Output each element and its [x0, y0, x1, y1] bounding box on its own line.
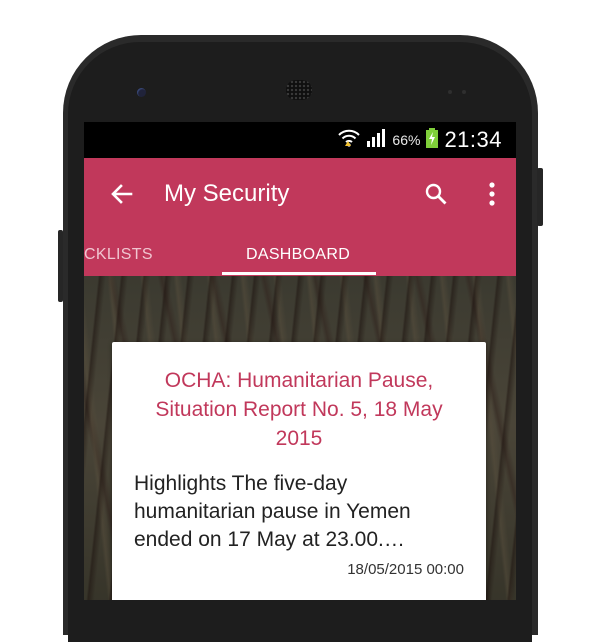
- overflow-menu-icon: [488, 181, 496, 211]
- search-button[interactable]: [418, 178, 454, 214]
- back-button[interactable]: [104, 178, 140, 214]
- tab-dashboard[interactable]: DASHBOARD: [246, 246, 350, 264]
- battery-charging-icon: [426, 127, 439, 153]
- app-bar: My Security: [84, 158, 516, 234]
- news-card[interactable]: OCHA: Humanitarian Pause, Situation Repo…: [112, 342, 486, 600]
- earpiece-speaker: [286, 80, 312, 100]
- proximity-sensor: [448, 90, 452, 94]
- wifi-icon: [338, 128, 361, 153]
- tab-selected-indicator: [222, 272, 376, 275]
- card-title[interactable]: OCHA: Humanitarian Pause, Situation Repo…: [130, 366, 468, 453]
- volume-button: [58, 230, 63, 302]
- app-title: My Security: [164, 180, 290, 207]
- status-bar: 66% 21:34: [84, 122, 516, 158]
- light-sensor: [462, 90, 466, 94]
- overflow-menu-button[interactable]: [478, 178, 506, 214]
- search-icon: [424, 182, 448, 211]
- tab-bar: CKLISTS DASHBOARD: [84, 234, 516, 276]
- card-date: 18/05/2015 00:00: [347, 561, 464, 578]
- front-camera: [137, 88, 146, 97]
- signal-icon: [366, 128, 386, 152]
- power-button: [537, 168, 543, 226]
- status-time: 21:34: [444, 127, 502, 152]
- card-body: Highlights The five-day humanitarian pau…: [134, 472, 411, 551]
- back-arrow-icon: [110, 182, 134, 211]
- battery-percent: 66%: [392, 132, 421, 148]
- screen: 66% 21:34 My Security CKLISTS DASHBOARD …: [84, 122, 516, 600]
- tab-checklists[interactable]: CKLISTS: [84, 246, 153, 264]
